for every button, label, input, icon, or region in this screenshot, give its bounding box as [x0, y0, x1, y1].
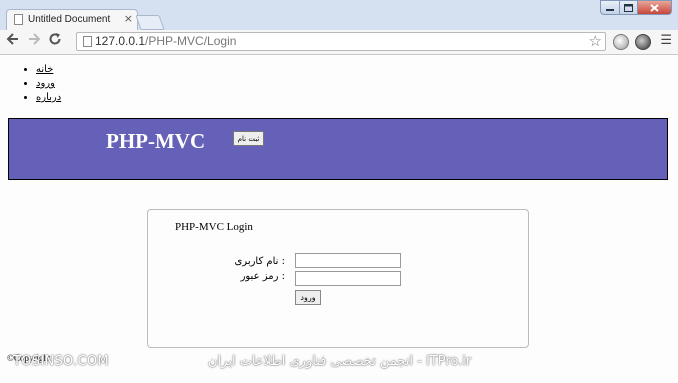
forward-arrow-icon[interactable] — [25, 32, 43, 50]
page-content: خانه ورود درباره PHP-MVC ثبت نام PHP-MVC… — [0, 55, 678, 383]
url-text: 127.0.0.1/PHP-MVC/Login — [95, 34, 236, 48]
settings-extension-icon[interactable] — [635, 34, 651, 50]
tab-title: Untitled Document — [28, 14, 111, 25]
maximize-icon[interactable] — [620, 0, 638, 15]
nav-link-login[interactable]: ورود — [36, 78, 55, 89]
minimize-icon[interactable] — [600, 0, 620, 15]
window-controls — [600, 0, 672, 15]
nav-link-about[interactable]: درباره — [36, 92, 61, 103]
document-icon — [14, 14, 23, 25]
menu-icon[interactable]: ☰ — [660, 34, 672, 48]
main-nav: خانه ورود درباره — [22, 63, 61, 105]
login-title: PHP-MVC Login — [175, 221, 253, 233]
nav-link-home[interactable]: خانه — [36, 64, 53, 75]
username-label: نام کاربری : — [234, 256, 285, 267]
nav-item-about: درباره — [36, 91, 61, 105]
url-host: 127.0.0.1 — [95, 34, 146, 48]
back-arrow-icon[interactable] — [4, 32, 22, 50]
register-button[interactable]: ثبت نام — [233, 131, 264, 146]
password-label: رمز عبور : — [240, 271, 285, 282]
watermark-left: TOSINSO.COM — [13, 354, 109, 369]
browser-tab[interactable]: Untitled Document × — [6, 9, 138, 31]
bookmark-star-icon[interactable]: ☆ — [589, 32, 602, 50]
login-panel: PHP-MVC Login نام کاربری : رمز عبور : ور… — [147, 209, 529, 348]
site-logo: PHP-MVC — [106, 129, 206, 153]
tab-close-icon[interactable]: × — [124, 13, 133, 25]
globe-extension-icon[interactable] — [613, 34, 629, 50]
nav-item-login: ورود — [36, 77, 61, 91]
url-path: /PHP-MVC/Login — [145, 34, 237, 48]
password-input[interactable] — [295, 271, 401, 286]
new-tab-button[interactable] — [135, 15, 165, 30]
username-input[interactable] — [295, 253, 401, 268]
close-icon[interactable] — [638, 0, 672, 15]
site-header: PHP-MVC ثبت نام — [8, 118, 668, 180]
address-bar[interactable]: 127.0.0.1/PHP-MVC/Login ☆ — [76, 32, 606, 51]
login-submit-button[interactable]: ورود — [295, 290, 321, 305]
browser-titlebar: Untitled Document × — [0, 0, 678, 31]
page-icon — [83, 36, 92, 47]
reload-icon[interactable] — [46, 32, 64, 50]
browser-toolbar: 127.0.0.1/PHP-MVC/Login ☆ ☰ — [0, 30, 678, 55]
nav-item-home: خانه — [36, 63, 61, 77]
watermark-right: ITPro.ir - انجمن تخصصی فناوری اطلاعات ای… — [208, 354, 472, 369]
